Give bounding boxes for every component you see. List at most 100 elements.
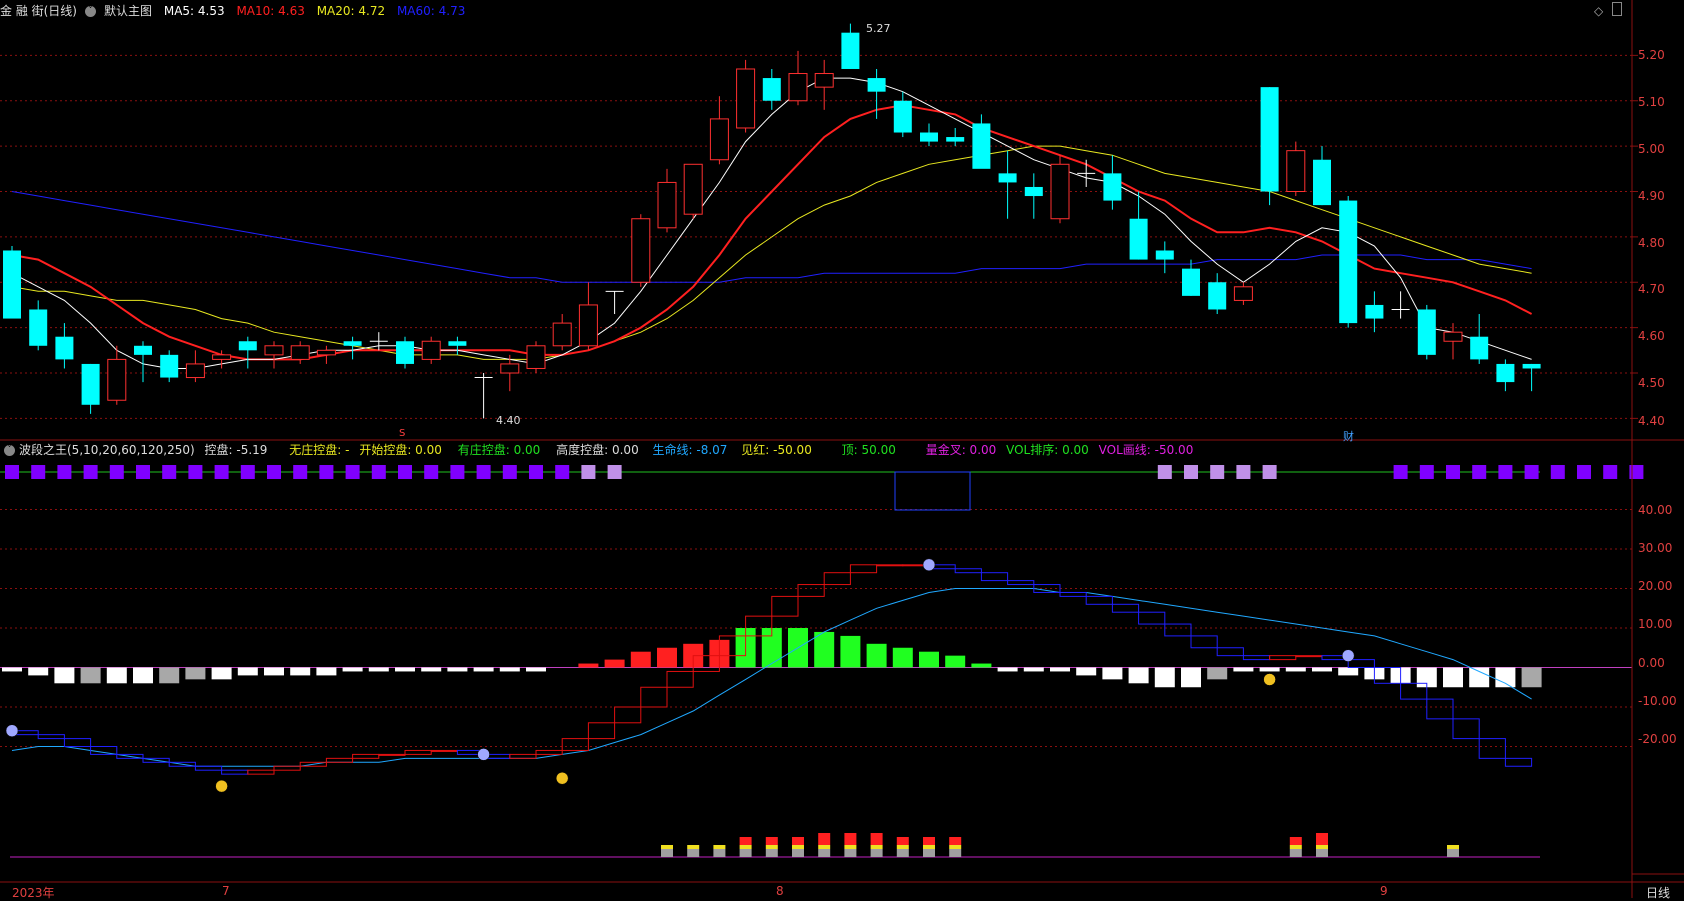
candle-body — [212, 354, 232, 360]
vol-bar — [870, 833, 883, 845]
step-box — [954, 568, 982, 574]
candle-body — [421, 340, 441, 360]
vol-bar — [687, 849, 700, 857]
indicator-bar — [264, 667, 284, 676]
indicator-bar — [630, 651, 651, 668]
candle-body — [762, 78, 781, 101]
indicator-bar — [526, 667, 546, 672]
candle-body — [500, 363, 520, 374]
step-box — [587, 722, 616, 740]
step-box — [797, 584, 825, 597]
indicator-bar — [814, 631, 835, 668]
indicator-bar — [499, 667, 520, 672]
candle-body — [683, 163, 703, 215]
cai-marker[interactable]: 财 — [1343, 428, 1354, 444]
candle-body — [29, 309, 48, 346]
kong-marker — [529, 465, 543, 479]
indicator-bar — [211, 667, 232, 680]
step-box — [1504, 757, 1533, 767]
vol-bar — [765, 837, 778, 845]
candle-body — [972, 123, 991, 169]
vol-bar — [1289, 845, 1302, 849]
stock-chart[interactable] — [0, 0, 1684, 898]
kong-marker — [267, 465, 281, 479]
sad-face-icon — [5, 724, 19, 737]
candle-body — [185, 363, 205, 379]
kong-marker — [1419, 465, 1434, 479]
step-box — [221, 769, 249, 775]
vol-bar — [1447, 849, 1459, 857]
kong-marker — [1236, 465, 1251, 479]
candle-body — [81, 363, 100, 405]
candle-body — [134, 345, 152, 355]
step-box — [247, 769, 275, 775]
kong-marker — [1262, 465, 1277, 479]
step-box — [509, 753, 537, 759]
candle-body — [448, 341, 467, 346]
vol-bar — [739, 849, 752, 857]
indicator-bar — [1207, 667, 1228, 680]
face-circle — [215, 779, 228, 793]
step-box — [1216, 647, 1244, 657]
vol-bar — [1316, 845, 1328, 849]
kong-marker — [1603, 465, 1618, 479]
indicator-bar — [421, 667, 442, 672]
indicator-bar — [578, 663, 599, 668]
sad-face-icon — [1341, 649, 1355, 662]
candle-body — [1155, 250, 1174, 260]
candle-body — [3, 250, 21, 319]
vol-bar — [870, 849, 883, 857]
vol-bar — [661, 845, 673, 849]
low-price-label: 4.40 — [496, 414, 521, 427]
candle-body — [1208, 282, 1227, 310]
indicator-bar — [1338, 667, 1359, 676]
kong-box — [894, 471, 971, 511]
step-box — [325, 757, 354, 763]
vol-bar — [896, 837, 909, 845]
sad-face-icon — [922, 558, 936, 572]
vol-bar — [818, 845, 831, 849]
kong-marker — [1550, 465, 1565, 479]
kong-marker — [555, 465, 570, 479]
vol-bar — [1289, 837, 1302, 845]
kong-marker — [502, 465, 517, 479]
vol-bar — [844, 849, 857, 857]
indicator-bar — [447, 667, 468, 672]
vol-bar — [739, 845, 752, 849]
vol-bar — [870, 845, 883, 849]
candle-body — [709, 118, 729, 161]
kong-marker — [1157, 465, 1172, 479]
indicator-bar — [290, 667, 311, 676]
kong-marker — [476, 465, 491, 479]
indicator-tick: -10.00 — [1638, 694, 1677, 708]
vol-bar — [1289, 849, 1302, 857]
face-circle — [555, 772, 569, 785]
kong-marker — [581, 465, 596, 479]
indicator-bar — [342, 667, 363, 672]
vol-bar — [844, 833, 857, 845]
candle-body — [1313, 159, 1331, 206]
vol-bar — [818, 849, 831, 857]
step-box — [1269, 655, 1297, 661]
indicator-bar — [80, 667, 101, 684]
vol-bar — [713, 845, 726, 849]
step-box — [561, 738, 589, 751]
step-box — [1007, 580, 1035, 586]
vol-bar — [1316, 849, 1328, 857]
kong-marker — [607, 465, 622, 479]
indicator-bar — [1102, 667, 1123, 680]
candle-body — [1050, 163, 1070, 220]
candle-body — [396, 341, 414, 364]
step-box — [1242, 655, 1271, 661]
indicator-bar — [237, 667, 258, 676]
step-box — [63, 738, 92, 747]
kong-marker — [1472, 465, 1487, 479]
indicator-bar — [1259, 667, 1280, 672]
indicator-tick: 0.00 — [1638, 656, 1665, 670]
step-box — [666, 670, 694, 688]
indicator-bar — [368, 667, 389, 672]
candle-body — [736, 68, 756, 129]
kong-marker — [319, 465, 334, 479]
step-box — [378, 753, 406, 756]
period-label[interactable]: 日线 — [1646, 884, 1670, 901]
